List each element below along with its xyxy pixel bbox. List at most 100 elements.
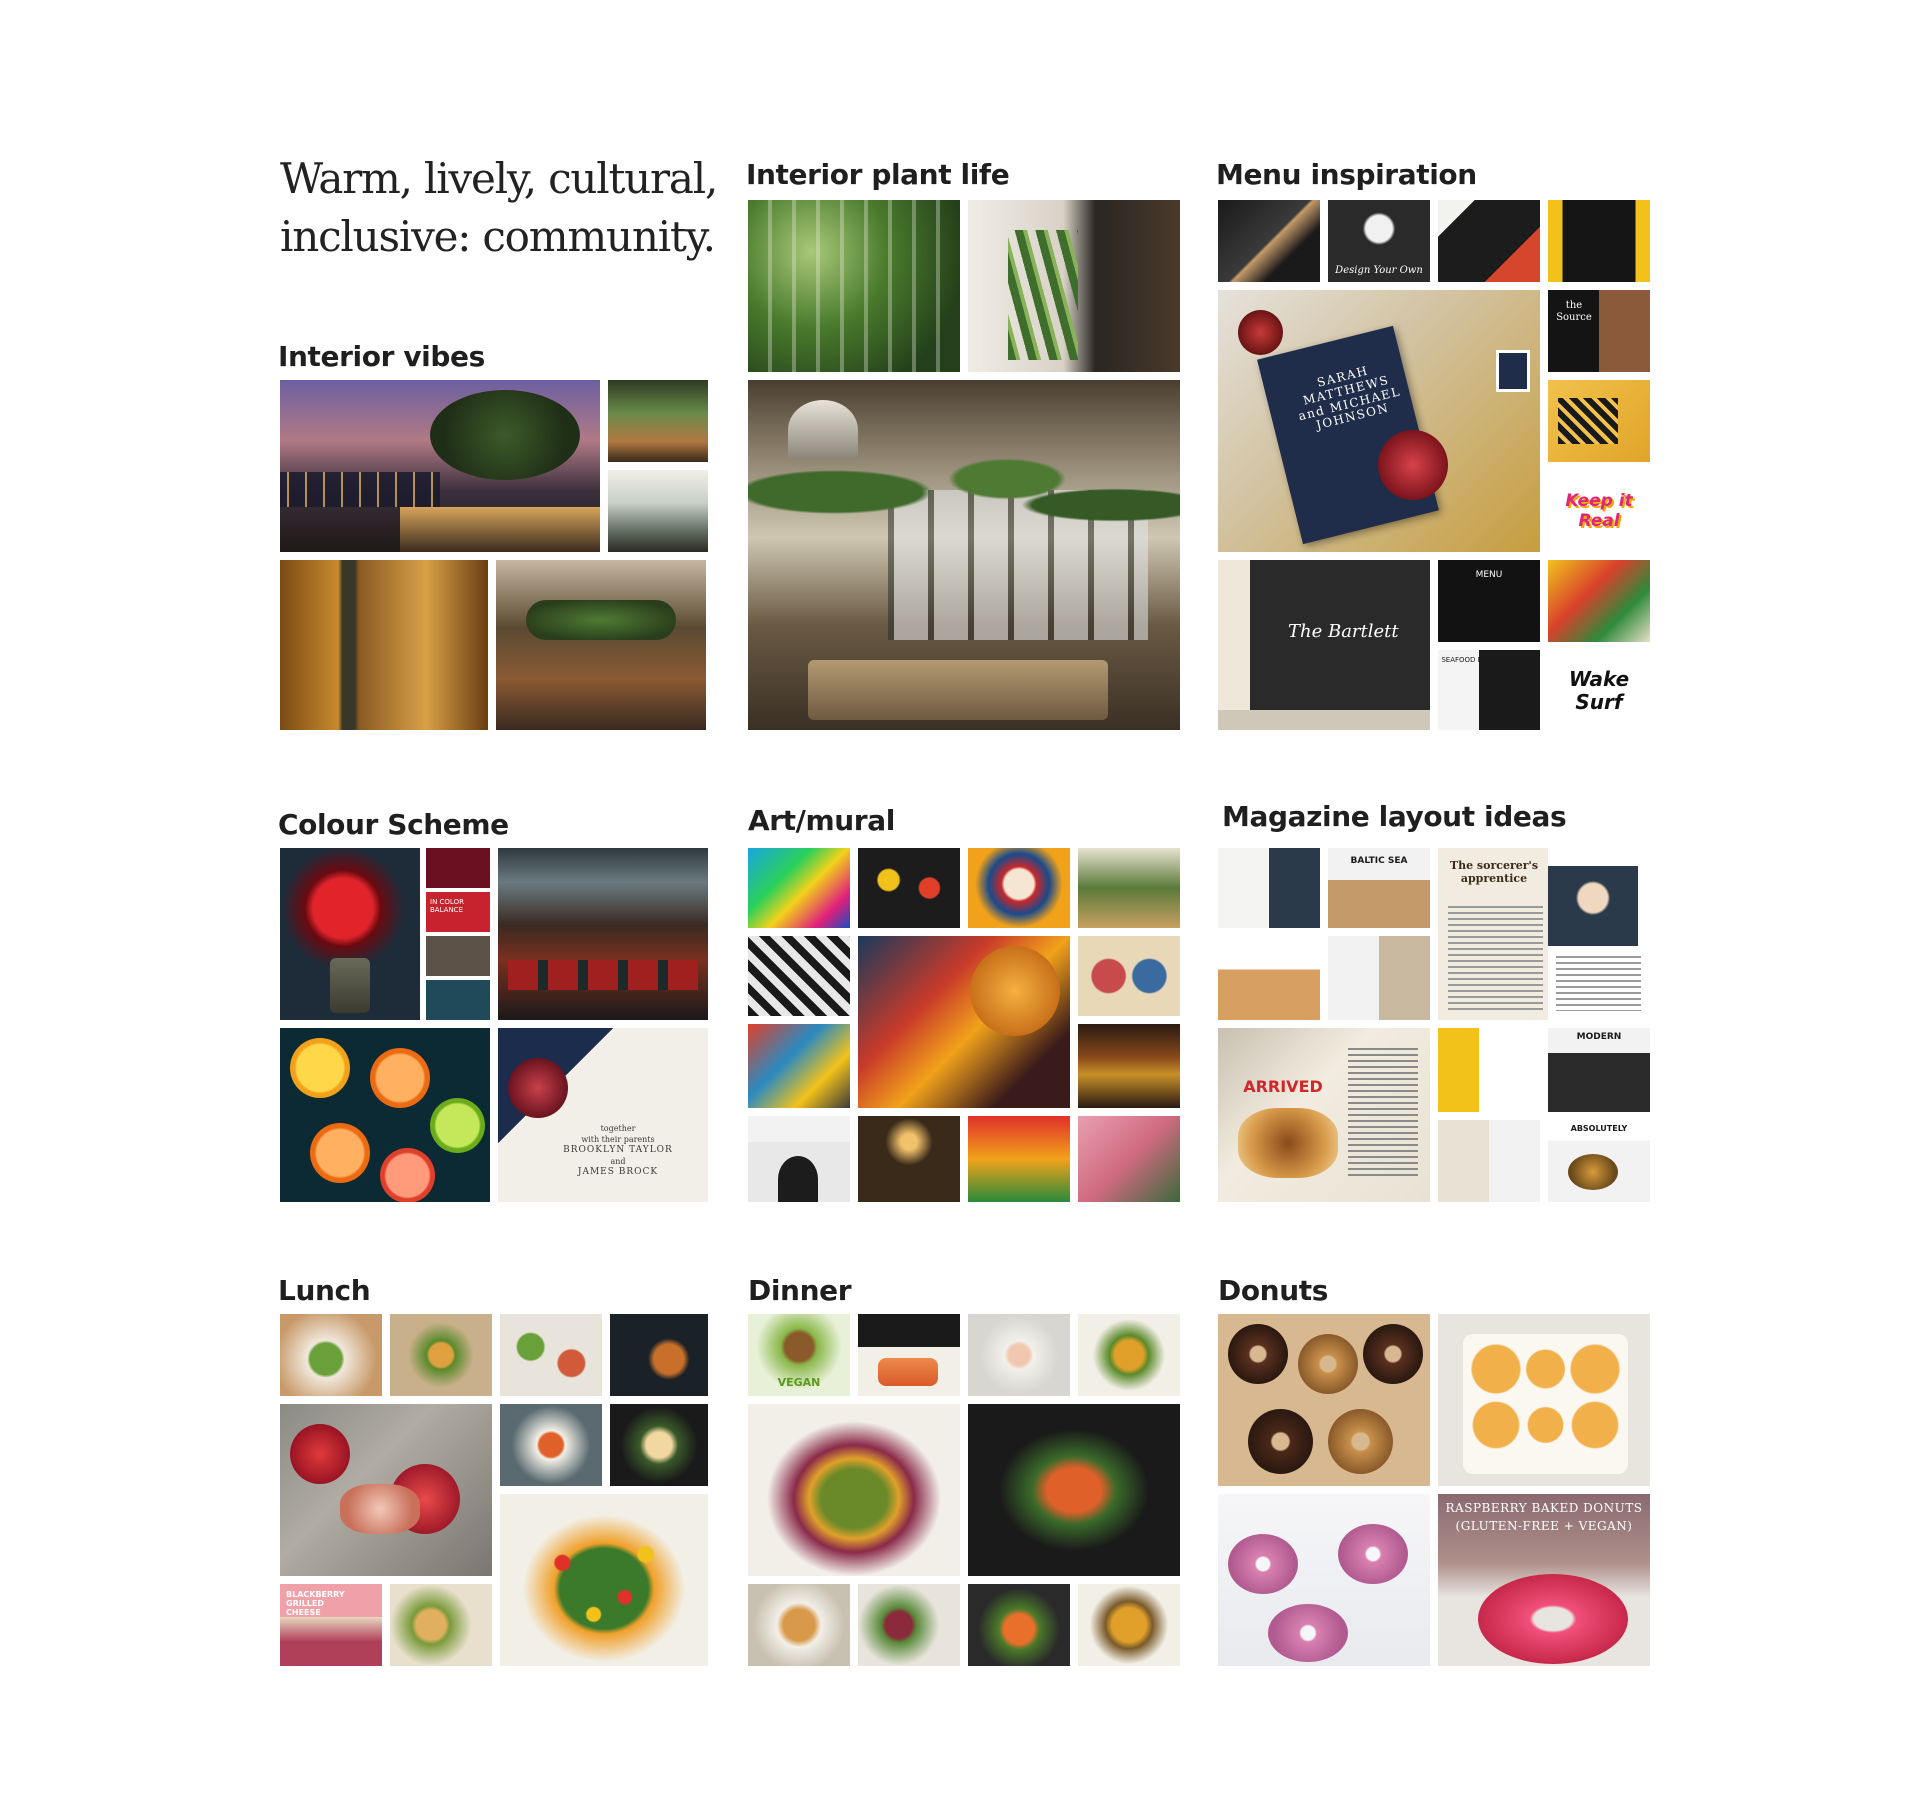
donuts-chocolate-photo bbox=[1218, 1314, 1430, 1486]
sorcerer-headline: The sorcerer's apprentice bbox=[1449, 859, 1539, 885]
mural-9-photo bbox=[748, 1116, 850, 1202]
blackberry-label: BLACKBERRY GRILLED CHEESE bbox=[286, 1590, 345, 1618]
design-your-own-photo: Design Your Own bbox=[1328, 200, 1430, 282]
invite-line-1: together bbox=[600, 1124, 636, 1133]
lunch-2-photo bbox=[390, 1314, 492, 1396]
keep-it-real-text: Keep it Real bbox=[1565, 491, 1633, 531]
tagline-line-2: inclusive: community. bbox=[280, 212, 716, 261]
swatch-teal bbox=[426, 980, 490, 1020]
swatch-burgundy bbox=[426, 848, 490, 888]
hanging-plant-bar-photo bbox=[496, 560, 706, 730]
dinner-3-photo bbox=[968, 1314, 1070, 1396]
dinner-2-photo bbox=[858, 1314, 960, 1396]
magazine-baltic-sea-photo: BALTIC SEA bbox=[1328, 848, 1430, 928]
bartlett-interior-photo: The Bartlett bbox=[1218, 560, 1430, 730]
mural-6-photo bbox=[1078, 936, 1180, 1016]
donuts-raspberry-photo: RASPBERRY BAKED DONUTS (GLUTEN-FREE + VE… bbox=[1438, 1494, 1650, 1666]
mural-11-photo bbox=[968, 1116, 1070, 1202]
bright-cafe-photo bbox=[608, 470, 708, 552]
vegan-label: VEGAN bbox=[777, 1376, 821, 1390]
snake-plant-photo bbox=[968, 200, 1180, 372]
magazine-arrived-spread-photo: ARRIVED bbox=[1218, 1028, 1430, 1202]
baltic-sea-text: BALTIC SEA bbox=[1350, 856, 1408, 866]
donuts-pink-glazed-photo bbox=[1218, 1494, 1430, 1666]
floral-invitation-photo: SARAH MATTHEWS and MICHAEL JOHNSON bbox=[1218, 290, 1540, 552]
board-title-interior-plant-life: Interior plant life bbox=[746, 158, 1010, 191]
invite-line-4: and bbox=[610, 1157, 626, 1166]
board-title-art-mural: Art/mural bbox=[748, 804, 895, 837]
invite-line-3: BROOKLYN TAYLOR bbox=[563, 1145, 673, 1155]
the-source-branding-photo: the Source bbox=[1548, 290, 1650, 372]
dinner-vegan-photo: VEGAN bbox=[748, 1314, 850, 1396]
tagline-line-1: Warm, lively, cultural, bbox=[280, 154, 718, 203]
invite-line-2: with their parents bbox=[581, 1135, 655, 1144]
plant-filled-restaurant-photo bbox=[748, 380, 1180, 730]
red-roses-photo bbox=[280, 848, 420, 1020]
dinner-8-photo bbox=[1078, 1584, 1180, 1666]
lunch-salad-photo bbox=[500, 1494, 708, 1666]
dinner-4-photo bbox=[1078, 1314, 1180, 1396]
magazine-1-photo bbox=[1218, 848, 1320, 928]
board-title-lunch: Lunch bbox=[278, 1274, 371, 1307]
raspberry-title-line-2: (GLUTEN-FREE + VEGAN) bbox=[1455, 1519, 1633, 1533]
board-title-interior-vibes: Interior vibes bbox=[278, 340, 485, 373]
rooftop-terrace-photo bbox=[280, 380, 600, 552]
seafood-menu-text: SEAFOOD MENU TEMPLATE bbox=[1441, 656, 1537, 664]
colorful-bags-photo bbox=[1548, 560, 1650, 642]
mural-4-photo bbox=[1078, 848, 1180, 928]
lunch-blood-orange-photo bbox=[280, 1404, 492, 1576]
golden-dining-room-photo bbox=[280, 560, 488, 730]
mural-8-photo bbox=[1078, 1024, 1180, 1108]
magazine-3-photo bbox=[1328, 936, 1430, 1020]
wake-surf-text: Wake Surf bbox=[1568, 667, 1630, 714]
mural-feature-photo bbox=[858, 936, 1070, 1108]
lunch-5-photo bbox=[500, 1404, 602, 1486]
seafood-menu-photo: SEAFOOD MENU TEMPLATE bbox=[1438, 650, 1540, 730]
moodboard-tagline: Warm, lively, cultural, inclusive: commu… bbox=[280, 150, 720, 266]
mural-12-photo bbox=[1078, 1116, 1180, 1202]
mural-7-photo bbox=[748, 1024, 850, 1108]
burger-menu-photo bbox=[1438, 200, 1540, 282]
magazine-5-photo bbox=[1438, 1120, 1540, 1202]
lunch-tacos-photo bbox=[390, 1584, 492, 1666]
lunch-6-photo bbox=[610, 1404, 708, 1486]
board-title-dinner: Dinner bbox=[748, 1274, 852, 1307]
dinner-6-photo bbox=[858, 1584, 960, 1666]
swatch-taupe bbox=[426, 936, 490, 976]
magazine-4-photo bbox=[1438, 1028, 1540, 1112]
dinner-roasted-veg-photo bbox=[748, 1404, 960, 1576]
modern-text: MODERN bbox=[1576, 1032, 1622, 1042]
citrus-pattern-photo bbox=[280, 1028, 490, 1202]
floral-wedding-invite-photo: together with their parents BROOKLYN TAY… bbox=[498, 1028, 708, 1202]
black-gold-stationery-photo bbox=[1218, 200, 1320, 282]
menu-text: MENU bbox=[1475, 570, 1503, 580]
mural-2-photo bbox=[858, 848, 960, 928]
board-title-magazine-layout: Magazine layout ideas bbox=[1222, 800, 1567, 833]
mural-5-photo bbox=[748, 936, 850, 1016]
patio-umbrellas-photo bbox=[608, 380, 708, 462]
lunch-3-photo bbox=[500, 1314, 602, 1396]
black-menu-template-photo: MENU bbox=[1438, 560, 1540, 642]
bold-lettering-photo bbox=[1548, 380, 1650, 462]
dinner-7-photo bbox=[968, 1584, 1070, 1666]
coffee-menu-photo bbox=[1548, 200, 1650, 282]
wake-surf-photo: Wake Surf bbox=[1548, 650, 1650, 730]
magazine-modern-photo: MODERN bbox=[1548, 1028, 1650, 1112]
mural-1-photo bbox=[748, 848, 850, 928]
raspberry-title-line-1: RASPBERRY BAKED DONUTS bbox=[1445, 1501, 1643, 1515]
donuts-sugared-tray-photo bbox=[1438, 1314, 1650, 1486]
board-title-menu-inspiration: Menu inspiration bbox=[1216, 158, 1477, 191]
invite-line-5: JAMES BROCK bbox=[577, 1167, 659, 1177]
red-booth-restaurant-photo bbox=[498, 848, 708, 1020]
board-title-donuts: Donuts bbox=[1218, 1274, 1328, 1307]
magazine-2-photo bbox=[1218, 936, 1320, 1020]
magazine-absolutely-photo: ABSOLUTELY bbox=[1548, 1120, 1650, 1202]
absolutely-text: ABSOLUTELY bbox=[1570, 1124, 1628, 1133]
hanging-vines-photo bbox=[748, 200, 960, 372]
board-title-colour-scheme: Colour Scheme bbox=[278, 808, 509, 841]
keep-it-real-photo: Keep it Real bbox=[1548, 470, 1650, 552]
arrived-headline: ARRIVED bbox=[1243, 1077, 1323, 1096]
dinner-5-photo bbox=[748, 1584, 850, 1666]
lunch-blackberry-photo: BLACKBERRY GRILLED CHEESE bbox=[280, 1584, 382, 1666]
swatch-label: IN COLOR BALANCE bbox=[430, 898, 464, 914]
